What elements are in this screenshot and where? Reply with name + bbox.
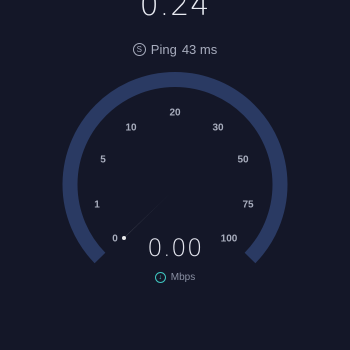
gauge-tick-label: 20 <box>169 108 181 119</box>
gauge-track <box>62 72 288 264</box>
gauge-tick-label: 10 <box>125 123 137 134</box>
unit-label: Mbps <box>170 272 196 283</box>
gauge-tick-label: 50 <box>237 155 249 166</box>
download-arrow-icon: ↓ <box>154 272 166 283</box>
gauge-tick-label: 75 <box>242 200 254 211</box>
unit-row: ↓ Mbps <box>0 272 350 283</box>
gauge-tick-label: 5 <box>100 155 106 166</box>
gauge-tick-label: 30 <box>212 123 224 134</box>
gauge-tick-label: 1 <box>94 200 100 211</box>
speedtest-screen: 0.24 S Ping 43 ms 0 1 5 10 20 30 50 75 100 0.00 … <box>0 0 350 350</box>
gauge-needle <box>122 184 180 240</box>
current-speed-readout: 0.00 <box>147 234 203 262</box>
speed-gauge: 0151020305075100 <box>62 72 288 264</box>
